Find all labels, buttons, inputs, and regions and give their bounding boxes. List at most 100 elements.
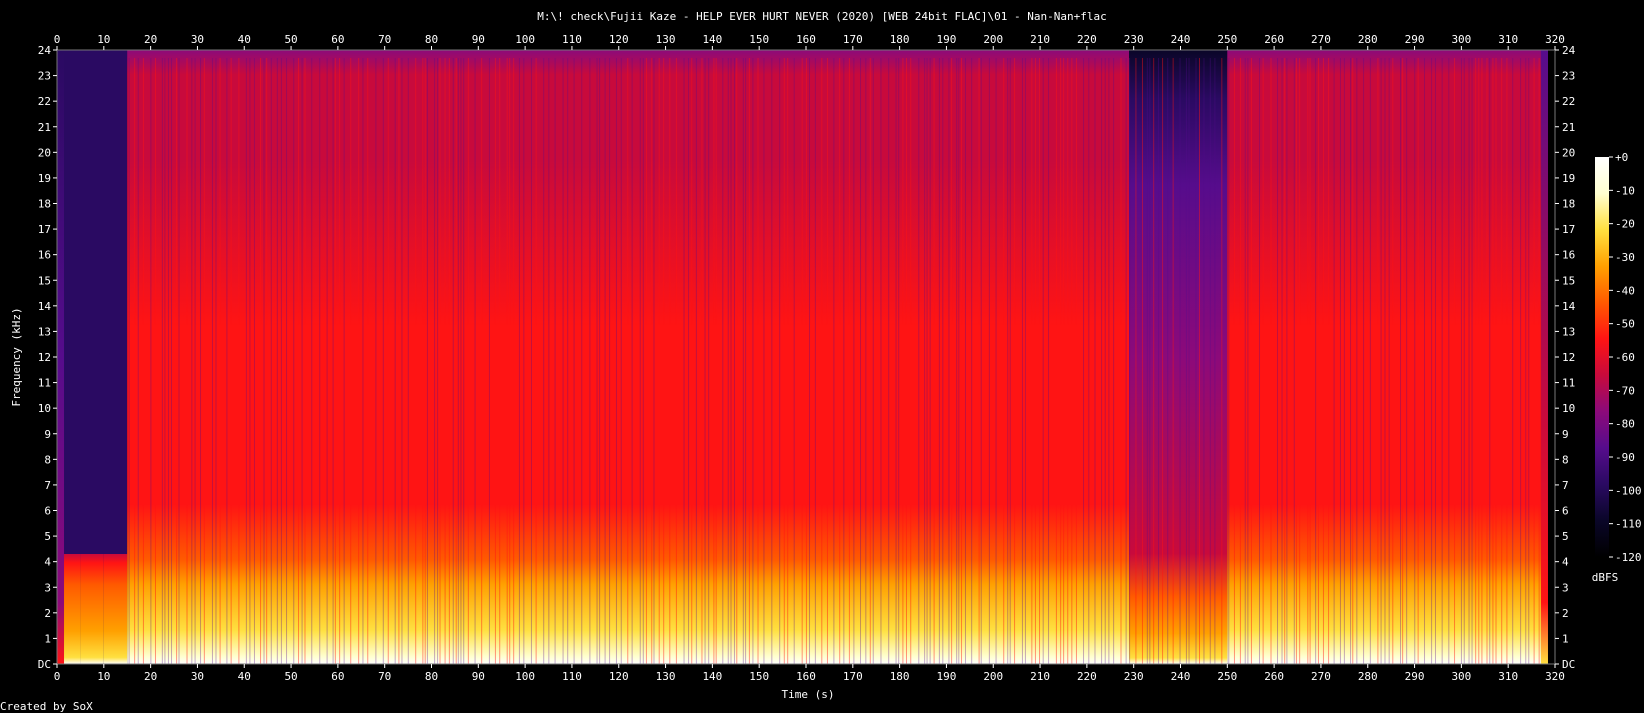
stripe [1228,58,1230,664]
y-left-tick-label: 5 [44,530,51,543]
y-right-tick-label: 9 [1562,428,1569,441]
stripe [843,58,845,664]
stripe [394,58,396,664]
spectrum-segment [64,553,81,664]
stripe [742,58,744,664]
y-axis-right: DC12345678910111213141516171819202122232… [1555,44,1576,671]
stripe [708,58,710,664]
stripe [1333,58,1335,664]
x-bottom-tick-label: 20 [144,670,157,683]
x-top-tick-label: 170 [843,33,863,46]
stripe [398,58,400,664]
stripe [1489,58,1491,664]
colorbar-unit-label: dBFS [1592,571,1619,584]
stripe [1528,58,1530,664]
x-bottom-tick-label: 270 [1311,670,1331,683]
stripe [1088,58,1090,664]
stripe [1185,58,1187,664]
colorbar-tick-label: -80 [1615,418,1635,431]
stripe [956,58,958,664]
y-left-tick-label: 23 [38,70,51,83]
x-bottom-tick-label: 230 [1124,670,1144,683]
x-top-tick-label: 280 [1358,33,1378,46]
stripe [971,58,973,664]
stripe [339,58,341,664]
y-right-tick-label: 22 [1562,95,1575,108]
stripe [150,58,152,664]
x-top-tick-label: 120 [609,33,629,46]
stripe [1284,58,1286,664]
stripe [581,58,583,664]
stripe [1295,58,1297,664]
stripe [1055,58,1057,664]
stripe [1067,58,1069,664]
stripe [1162,58,1164,664]
stripe [1120,58,1122,664]
stripe [494,58,496,664]
x-top-tick-label: 150 [749,33,769,46]
stripe [1495,58,1497,664]
stripe [958,58,960,664]
stripe [230,58,232,664]
stripe [918,58,920,664]
stripe [1244,58,1246,664]
x-top-tick-label: 290 [1405,33,1425,46]
stripe [1322,58,1324,664]
y-left-tick-label: 2 [44,607,51,620]
stripe [260,58,262,664]
stripe [1108,58,1110,664]
stripe [424,58,426,664]
stripe [1262,58,1264,664]
x-top-tick-label: 140 [702,33,722,46]
stripe [178,58,180,664]
x-bottom-tick-label: 170 [843,670,863,683]
colorbar-tick-label: +0 [1615,151,1628,164]
stripe [343,58,345,664]
stripe [1392,58,1394,664]
x-bottom-tick-label: 300 [1451,670,1471,683]
stripe [1233,58,1235,664]
x-bottom-tick-label: 50 [284,670,297,683]
colorbar-tick-label: -100 [1615,484,1642,497]
stripe [142,58,144,664]
stripe [499,58,501,664]
y-right-tick-label: 10 [1562,402,1575,415]
stripe [1317,58,1319,664]
stripe [1538,58,1540,664]
stripe [573,58,575,664]
stripe [154,58,156,664]
y-left-tick-label: 3 [44,581,51,594]
stripe [1424,58,1426,664]
stripe [1388,58,1390,664]
y-right-tick-label: 19 [1562,172,1575,185]
x-bottom-tick-label: 180 [890,670,910,683]
y-right-tick-label: 16 [1562,249,1575,262]
stripe [548,58,550,664]
x-bottom-tick-label: 70 [378,670,391,683]
stripe [1309,58,1311,664]
stripe [639,58,641,664]
stripe [226,58,228,664]
x-bottom-tick-label: 120 [609,670,629,683]
stripe [1125,58,1127,664]
stripe [276,58,278,664]
y-left-tick-label: 9 [44,428,51,441]
y-left-tick-label: 10 [38,402,51,415]
stripe [1328,58,1330,664]
stripe [1471,58,1473,664]
stripe [924,58,926,664]
stripe [463,58,465,664]
y-left-tick-label: 12 [38,351,51,364]
x-top-tick-label: 260 [1264,33,1284,46]
colorbar-tick-label: -40 [1615,284,1635,297]
stripe [1113,58,1115,664]
stripe [1463,58,1465,664]
stripe [1003,58,1005,664]
stripe [1400,58,1402,664]
y-left-tick-label: 24 [38,44,52,57]
stripe [1153,58,1155,664]
x-bottom-tick-label: 210 [1030,670,1050,683]
stripe [452,58,454,664]
x-bottom-tick-label: 310 [1498,670,1518,683]
y-left-tick-label: 16 [38,249,51,262]
